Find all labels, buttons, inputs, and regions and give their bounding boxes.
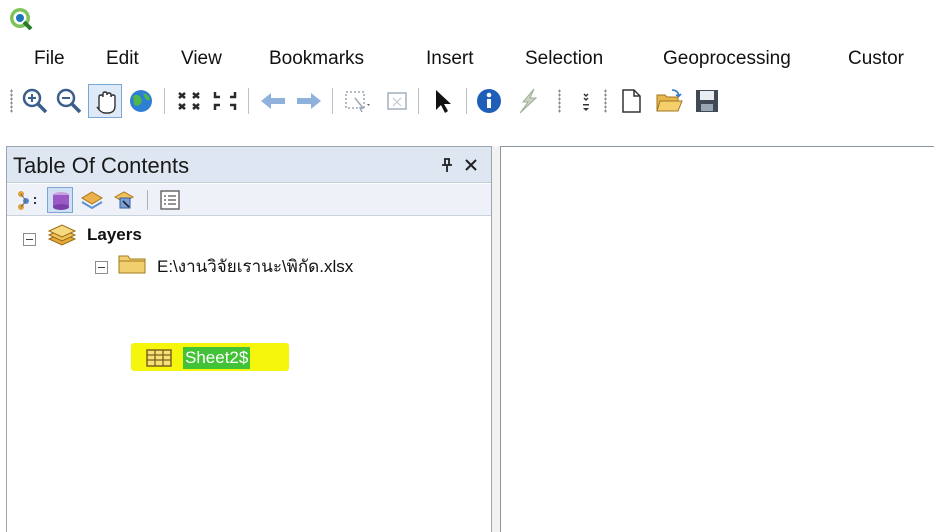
fixed-zoom-out-icon[interactable] bbox=[208, 84, 242, 118]
toc-toolbar bbox=[7, 184, 491, 216]
zoom-out-icon[interactable] bbox=[52, 84, 86, 118]
toolbar-grip[interactable] bbox=[10, 89, 13, 113]
menu-bookmarks[interactable]: Bookmarks bbox=[269, 48, 364, 70]
menu-bar: File Edit View Bookmarks Insert Selectio… bbox=[0, 40, 934, 80]
qgis-logo-icon bbox=[10, 8, 33, 30]
toolbar-grip[interactable] bbox=[604, 89, 607, 113]
select-features-icon[interactable] bbox=[340, 84, 374, 118]
pan-hand-icon[interactable] bbox=[88, 84, 122, 118]
forward-extent-icon[interactable] bbox=[292, 84, 326, 118]
list-by-source-icon[interactable] bbox=[47, 187, 73, 213]
toolbar-separator bbox=[332, 88, 333, 114]
back-extent-icon[interactable] bbox=[256, 84, 290, 118]
menu-geoprocessing[interactable]: Geoprocessing bbox=[663, 48, 791, 70]
toolbar-separator bbox=[466, 88, 467, 114]
toolbar-grip[interactable] bbox=[558, 89, 561, 113]
collapse-source-toggle[interactable] bbox=[95, 261, 108, 274]
zoom-in-icon[interactable] bbox=[18, 84, 52, 118]
toc-title: Table Of Contents bbox=[13, 153, 190, 178]
menu-selection[interactable]: Selection bbox=[525, 48, 603, 70]
open-folder-icon[interactable] bbox=[652, 84, 686, 118]
layer-tree: Layers E:\งานวิจัยเรานะ\พิกัด.xlsx Sheet… bbox=[7, 219, 491, 519]
clear-selection-icon[interactable] bbox=[380, 84, 414, 118]
toc-tools-separator bbox=[147, 190, 148, 210]
data-source-path[interactable]: E:\งานวิจัยเรานะ\พิกัด.xlsx bbox=[157, 253, 353, 280]
save-icon[interactable] bbox=[690, 84, 724, 118]
dock-gap bbox=[0, 126, 934, 146]
menu-edit[interactable]: Edit bbox=[106, 48, 139, 70]
menu-view[interactable]: View bbox=[181, 48, 222, 70]
menu-file[interactable]: File bbox=[34, 48, 65, 70]
toolbar-separator bbox=[164, 88, 165, 114]
menu-customize[interactable]: Custor bbox=[848, 48, 904, 70]
collapse-layers-toggle[interactable] bbox=[23, 233, 36, 246]
close-icon[interactable] bbox=[463, 157, 479, 173]
select-elements-arrow-icon[interactable] bbox=[426, 84, 460, 118]
toolbar-separator bbox=[248, 88, 249, 114]
list-by-visibility-icon[interactable] bbox=[79, 187, 105, 213]
folder-icon bbox=[118, 255, 146, 274]
hyperlink-bolt-icon[interactable] bbox=[510, 84, 544, 118]
identify-info-icon[interactable] bbox=[472, 84, 506, 118]
table-of-contents-panel: Table Of Contents Layers E:\งานวิจัยเราน… bbox=[6, 146, 492, 532]
menu-insert[interactable]: Insert bbox=[426, 48, 474, 70]
layers-stack-icon bbox=[47, 224, 77, 246]
pin-icon[interactable] bbox=[439, 157, 455, 173]
map-data-view[interactable] bbox=[500, 146, 934, 532]
toc-header[interactable]: Table Of Contents bbox=[7, 147, 491, 183]
title-bar bbox=[0, 0, 934, 36]
panel-splitter[interactable] bbox=[492, 146, 500, 532]
tools-toolbar bbox=[0, 80, 934, 126]
options-icon[interactable] bbox=[157, 187, 183, 213]
list-by-selection-icon[interactable] bbox=[111, 187, 137, 213]
layers-root-label[interactable]: Layers bbox=[87, 225, 142, 245]
new-document-icon[interactable] bbox=[614, 84, 648, 118]
toolbar-separator bbox=[418, 88, 419, 114]
toolbar-overflow-icon[interactable] bbox=[572, 84, 606, 118]
table-sheet-label[interactable]: Sheet2$ bbox=[183, 347, 251, 369]
fixed-zoom-in-icon[interactable] bbox=[172, 84, 206, 118]
list-by-drawing-order-icon[interactable] bbox=[15, 187, 41, 213]
full-extent-globe-icon[interactable] bbox=[124, 84, 158, 118]
table-icon bbox=[146, 349, 172, 367]
